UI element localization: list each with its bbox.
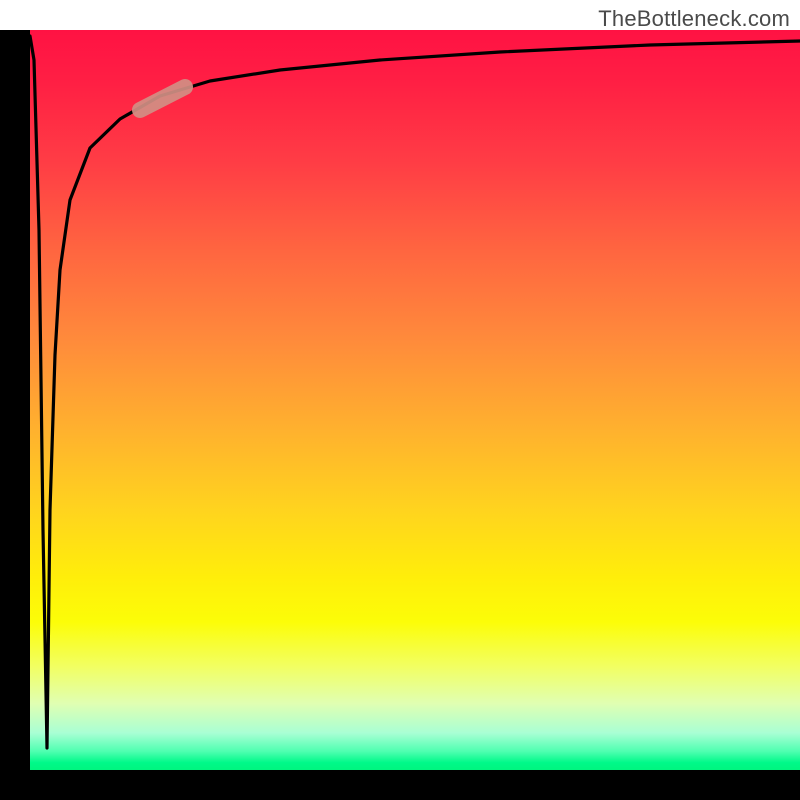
highlight-segment xyxy=(140,87,185,110)
main-curve xyxy=(30,36,800,748)
chart-frame: TheBottleneck.com xyxy=(0,0,800,800)
plot-area xyxy=(30,30,800,770)
curve-layer xyxy=(30,30,800,770)
plot-border xyxy=(0,30,800,800)
attribution-label: TheBottleneck.com xyxy=(598,6,790,32)
